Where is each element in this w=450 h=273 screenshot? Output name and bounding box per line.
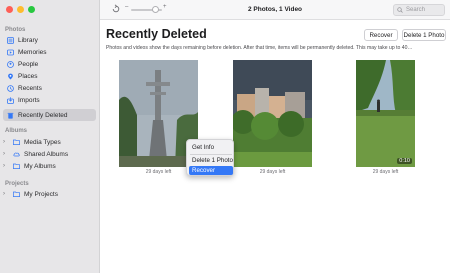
sidebar-item-library[interactable]: Library bbox=[3, 34, 96, 46]
sidebar-item-label: My Albums bbox=[24, 162, 56, 170]
days-left-label: 29 days left bbox=[372, 169, 399, 175]
search-field[interactable]: Search bbox=[393, 4, 445, 16]
library-icon bbox=[7, 36, 14, 44]
search-placeholder: Search bbox=[406, 7, 426, 13]
sidebar-item-label: Imports bbox=[18, 96, 40, 104]
sidebar-item-places[interactable]: Places bbox=[3, 70, 96, 82]
delete-photo-button[interactable]: Delete 1 Photo bbox=[402, 29, 446, 41]
chevron-right-icon[interactable]: › bbox=[3, 163, 9, 169]
sidebar-item-label: Recents bbox=[18, 84, 42, 92]
projects-section-title: Projects bbox=[5, 181, 29, 187]
sidebar-item-recents[interactable]: Recents bbox=[3, 82, 96, 94]
sidebar-item-label: Media Types bbox=[24, 138, 61, 146]
sidebar-item-shared-albums[interactable]: › Shared Albums bbox=[0, 148, 93, 160]
sidebar-item-label: Shared Albums bbox=[24, 150, 69, 158]
menu-item-recover[interactable]: Recover bbox=[189, 166, 233, 175]
main-content: Recently Deleted Recover Delete 1 Photo … bbox=[100, 20, 450, 273]
chevron-right-icon[interactable]: › bbox=[3, 139, 9, 145]
memories-icon bbox=[7, 49, 14, 56]
toolbar: – + 2 Photos, 1 Video Search bbox=[100, 0, 450, 20]
imports-icon bbox=[7, 96, 14, 104]
minimize-window-button[interactable] bbox=[17, 6, 24, 13]
trash-icon bbox=[7, 112, 14, 119]
days-left-label: 29 days left bbox=[259, 169, 286, 175]
video-thumbnail-field[interactable]: 0:10 bbox=[356, 60, 415, 167]
albums-section-title: Albums bbox=[5, 128, 28, 134]
search-icon bbox=[397, 7, 403, 13]
sidebar-item-label: Places bbox=[18, 72, 38, 80]
folder-icon bbox=[13, 191, 20, 198]
photos-window: Photos Library Memories People Places Re… bbox=[0, 0, 450, 273]
folder-icon bbox=[13, 163, 20, 170]
sidebar-item-imports[interactable]: Imports bbox=[3, 94, 96, 106]
sidebar-item-label: Recently Deleted bbox=[18, 111, 68, 119]
sidebar-item-label: People bbox=[18, 60, 39, 68]
sidebar-item-my-albums[interactable]: › My Albums bbox=[0, 160, 93, 172]
chevron-right-icon[interactable]: › bbox=[3, 191, 9, 197]
sidebar-item-label: Library bbox=[18, 36, 38, 44]
page-title: Recently Deleted bbox=[106, 27, 207, 41]
cloud-icon bbox=[13, 151, 20, 158]
places-icon bbox=[7, 73, 14, 80]
sidebar-item-my-projects[interactable]: › My Projects bbox=[0, 188, 93, 200]
sidebar: Photos Library Memories People Places Re… bbox=[0, 0, 100, 273]
deletion-description: Photos and videos show the days remainin… bbox=[106, 45, 413, 51]
photo-thumbnail-buildings[interactable] bbox=[233, 60, 312, 167]
menu-item-delete-photo[interactable]: Delete 1 Photo bbox=[189, 156, 233, 165]
sidebar-item-label: My Projects bbox=[24, 190, 58, 198]
recover-button[interactable]: Recover bbox=[364, 29, 398, 41]
sidebar-item-people[interactable]: People bbox=[3, 58, 96, 70]
chevron-right-icon[interactable]: › bbox=[3, 151, 9, 157]
window-controls bbox=[6, 6, 35, 13]
sidebar-item-memories[interactable]: Memories bbox=[3, 46, 96, 58]
menu-item-get-info[interactable]: Get Info bbox=[189, 143, 233, 152]
sidebar-item-recently-deleted[interactable]: Recently Deleted bbox=[3, 109, 96, 121]
photos-section-title: Photos bbox=[5, 27, 26, 33]
recents-icon bbox=[7, 84, 14, 92]
menu-separator bbox=[190, 154, 232, 155]
video-duration: 0:10 bbox=[397, 158, 412, 164]
context-menu: Get Info Delete 1 Photo Recover bbox=[186, 139, 234, 176]
zoom-window-button[interactable] bbox=[28, 6, 35, 13]
folder-icon bbox=[13, 139, 20, 146]
sidebar-item-label: Memories bbox=[18, 48, 47, 56]
people-icon bbox=[7, 60, 14, 68]
sidebar-item-media-types[interactable]: › Media Types bbox=[0, 136, 93, 148]
close-window-button[interactable] bbox=[6, 6, 13, 13]
